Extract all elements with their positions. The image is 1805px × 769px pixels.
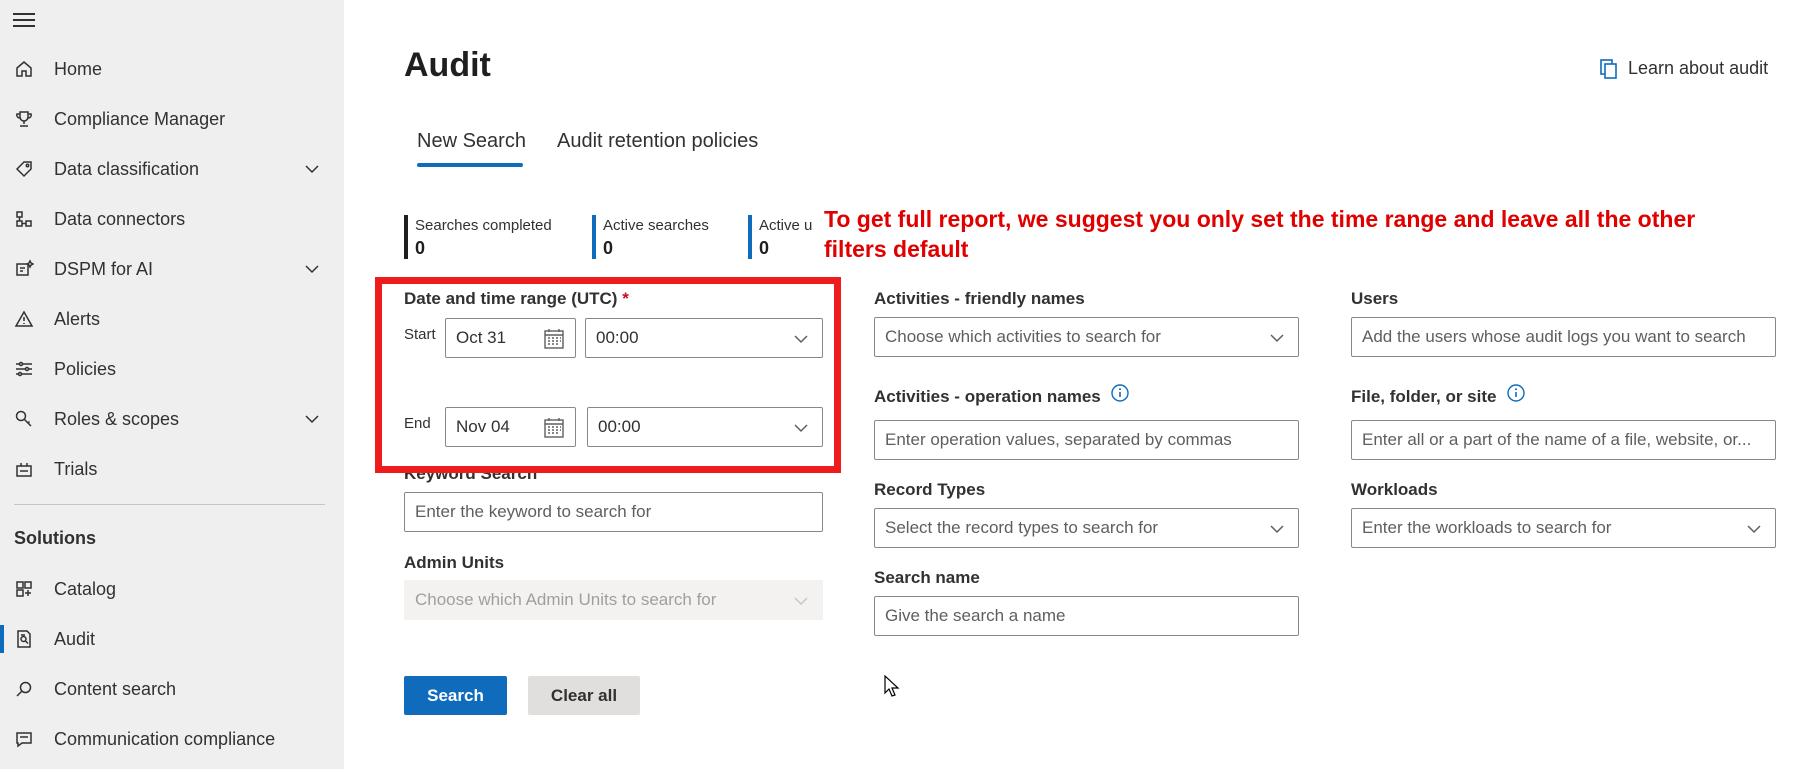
stat-label: Searches completed <box>415 217 552 234</box>
trophy-icon <box>13 108 35 130</box>
search-button[interactable]: Search <box>404 676 507 715</box>
chevron-down-icon <box>1270 525 1284 534</box>
record-types-dropdown[interactable]: Select the record types to search for <box>874 508 1299 548</box>
chevron-down-icon <box>1270 334 1284 343</box>
nav-item-home[interactable]: Home <box>0 48 344 90</box>
nav-label: Roles & scopes <box>54 408 180 429</box>
nav-item-dspm-for-ai[interactable]: DSPM for AI <box>0 248 344 290</box>
file-folder-site-input[interactable]: Enter all or a part of the name of a fil… <box>1351 420 1776 460</box>
nav-label: Home <box>54 58 103 79</box>
chevron-down-icon[interactable] <box>303 410 321 428</box>
nav-item-catalog[interactable]: Catalog <box>0 568 344 610</box>
learn-about-audit-link[interactable]: Learn about audit <box>1600 58 1768 79</box>
active-tab-indicator <box>417 163 523 167</box>
stat-value: 0 <box>415 238 426 258</box>
users-label: Users <box>1351 289 1399 308</box>
activities-friendly-label: Activities - friendly names <box>874 289 1085 308</box>
nav-item-roles-scopes[interactable]: Roles & scopes <box>0 398 344 440</box>
nav-label: Compliance Manager <box>54 108 226 129</box>
nav-label: Data connectors <box>54 208 186 229</box>
mouse-cursor-icon <box>884 675 900 697</box>
workloads-label: Workloads <box>1351 480 1438 499</box>
search-name-input[interactable]: Give the search a name <box>874 596 1299 636</box>
activities-operation-input[interactable]: Enter operation values, separated by com… <box>874 420 1299 460</box>
nav-label: Data classification <box>54 158 200 179</box>
nav-label: Audit <box>54 628 96 649</box>
activities-operation-label: Activities - operation names <box>874 387 1101 406</box>
info-icon[interactable] <box>1506 383 1526 403</box>
active-indicator <box>0 625 4 653</box>
page-title: Audit <box>404 46 491 84</box>
catalog-icon <box>13 578 35 600</box>
solutions-heading: Solutions <box>14 528 96 548</box>
clear-all-button[interactable]: Clear all <box>528 676 640 715</box>
chat-icon <box>13 728 35 750</box>
stat-bar <box>404 215 408 259</box>
annotation-note: To get full report, we suggest you only … <box>824 206 1696 262</box>
nav-label: Trials <box>54 458 98 479</box>
chevron-down-icon[interactable] <box>303 260 321 278</box>
connector-icon <box>13 208 35 230</box>
activities-friendly-placeholder: Choose which activities to search for <box>885 327 1161 346</box>
nav-label: Alerts <box>54 308 101 329</box>
home-icon <box>13 58 35 80</box>
nav-item-compliance-manager[interactable]: Compliance Manager <box>0 98 344 140</box>
users-input[interactable]: Add the users whose audit logs you want … <box>1351 317 1776 357</box>
nav-label: Catalog <box>54 578 117 599</box>
stat-searches-completed: Searches completed 0 <box>404 215 552 259</box>
workloads-dropdown[interactable]: Enter the workloads to search for <box>1351 508 1776 548</box>
left-navigation: Home Compliance Manager Data classificat… <box>0 0 344 769</box>
chevron-down-icon[interactable] <box>303 160 321 178</box>
document-icon <box>1600 58 1617 79</box>
stat-bar <box>748 215 752 259</box>
chevron-down-icon <box>794 597 808 606</box>
stat-value: 0 <box>603 238 614 258</box>
nav-item-data-connectors[interactable]: Data connectors <box>0 198 344 240</box>
learn-link-label: Learn about audit <box>1628 58 1769 78</box>
stat-label: Active searches <box>603 217 709 234</box>
chevron-down-icon <box>1747 525 1761 534</box>
admin-units-placeholder: Choose which Admin Units to search for <box>415 590 717 609</box>
search-name-label: Search name <box>874 568 980 587</box>
search-icon <box>13 678 35 700</box>
nav-item-trials[interactable]: Trials <box>0 448 344 490</box>
tab-new-search[interactable]: New Search <box>417 130 526 153</box>
sidebar-divider <box>14 504 325 505</box>
alert-icon <box>13 308 35 330</box>
stat-active-searches: Active searches 0 <box>592 215 709 259</box>
stat-active-users: Active u 0 <box>748 215 812 259</box>
info-icon[interactable] <box>1110 383 1130 403</box>
audit-icon <box>13 628 35 650</box>
record-types-placeholder: Select the record types to search for <box>885 518 1159 537</box>
nav-label: Policies <box>54 358 117 379</box>
sliders-icon <box>13 358 35 380</box>
highlight-box <box>375 277 841 473</box>
ai-icon <box>13 258 35 280</box>
nav-label: Content search <box>54 678 177 699</box>
hamburger-menu-icon[interactable] <box>13 9 35 29</box>
tag-icon <box>13 158 35 180</box>
stat-value: 0 <box>759 238 770 258</box>
admin-units-dropdown: Choose which Admin Units to search for <box>404 580 823 620</box>
file-folder-site-label: File, folder, or site <box>1351 387 1497 406</box>
admin-units-label: Admin Units <box>404 553 505 572</box>
activities-friendly-dropdown[interactable]: Choose which activities to search for <box>874 317 1299 357</box>
workloads-placeholder: Enter the workloads to search for <box>1362 518 1612 537</box>
nav-item-audit[interactable]: Audit <box>0 618 344 660</box>
stat-label: Active u <box>759 217 813 234</box>
nav-item-communication-compliance[interactable]: Communication compliance <box>0 718 344 760</box>
nav-label: DSPM for AI <box>54 258 154 279</box>
key-search-icon <box>13 408 35 430</box>
nav-item-content-search[interactable]: Content search <box>0 668 344 710</box>
trials-icon <box>13 458 35 480</box>
nav-item-policies[interactable]: Policies <box>0 348 344 390</box>
record-types-label: Record Types <box>874 480 986 499</box>
nav-item-data-classification[interactable]: Data classification <box>0 148 344 190</box>
nav-item-alerts[interactable]: Alerts <box>0 298 344 340</box>
nav-label: Communication compliance <box>54 728 276 749</box>
stat-bar <box>592 215 596 259</box>
keyword-search-input[interactable]: Enter the keyword to search for <box>404 492 823 532</box>
tab-audit-retention-policies[interactable]: Audit retention policies <box>557 130 758 153</box>
